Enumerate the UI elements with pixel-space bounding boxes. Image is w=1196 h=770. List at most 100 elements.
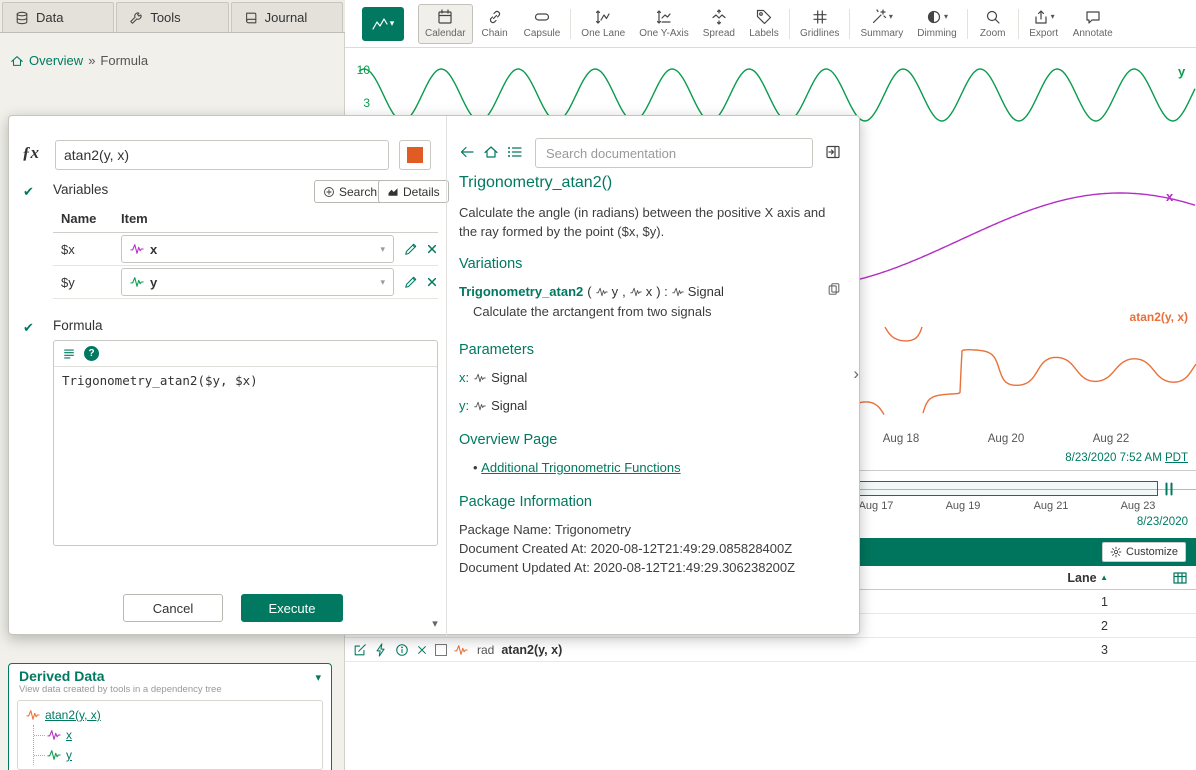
help-icon[interactable]: ? xyxy=(84,346,99,361)
one-lane-icon xyxy=(595,9,611,25)
timezone-link[interactable]: PDT xyxy=(1165,452,1188,464)
chevron-down-icon: ▾ xyxy=(889,12,893,21)
lane-value: 1 xyxy=(1101,595,1108,609)
tree-child-y-link[interactable]: y xyxy=(66,748,72,762)
gridlines-icon xyxy=(812,9,828,25)
search-items-button[interactable]: Search xyxy=(314,180,386,203)
toolbar-capsule-button[interactable]: Capsule xyxy=(517,4,568,44)
item-dropdown[interactable]: x ▾ xyxy=(121,235,394,263)
toggle-panel-icon[interactable] xyxy=(825,144,841,160)
trend-chart-icon xyxy=(372,16,388,32)
timebar-tick: Aug 19 xyxy=(933,500,993,512)
tab-data-label: Data xyxy=(36,10,63,25)
trend-view-button[interactable]: ▾ xyxy=(362,7,404,41)
doc-search-input[interactable] xyxy=(535,138,813,168)
lane-column-header[interactable]: Lane ▲ xyxy=(1067,571,1108,585)
check-icon: ✔ xyxy=(23,320,34,336)
annotate-icon xyxy=(1085,9,1101,25)
toolbar-gridlines-button[interactable]: Gridlines xyxy=(793,4,846,44)
tab-journal[interactable]: Journal xyxy=(231,2,343,32)
toolbar-calendar-button[interactable]: Calendar xyxy=(418,4,473,44)
package-created: Document Created At: 2020-08-12T21:49:29… xyxy=(459,541,792,556)
toolbar-labels-button[interactable]: Labels xyxy=(742,4,786,44)
add-search-icon xyxy=(323,186,335,198)
additional-trig-functions-link[interactable]: Additional Trigonometric Functions xyxy=(481,460,680,475)
chain-icon xyxy=(487,9,503,25)
toolbar-summary-button[interactable]: ▾ Summary xyxy=(853,4,910,44)
toolbar-one-y-axis-button[interactable]: One Y-Axis xyxy=(632,4,695,44)
back-icon[interactable] xyxy=(459,144,475,160)
signal-icon xyxy=(672,286,684,298)
remove-icon[interactable] xyxy=(416,644,428,656)
item-column-header: Item xyxy=(121,211,148,226)
item-dropdown[interactable]: y ▾ xyxy=(121,268,394,296)
name-column-header: Name xyxy=(53,211,121,226)
grip-icon xyxy=(1161,481,1177,497)
toolbar-annotate-button[interactable]: Annotate xyxy=(1066,4,1120,44)
doc-home-icon[interactable] xyxy=(483,144,499,160)
chevron-down-icon: ▾ xyxy=(380,277,385,288)
collapse-derived-chevron-icon[interactable]: ▾ xyxy=(315,671,321,684)
customize-button[interactable]: Customize xyxy=(1102,542,1186,562)
toolbar-dimming-button[interactable]: ▾ Dimming xyxy=(910,4,963,44)
edit-variable-icon[interactable] xyxy=(404,275,418,289)
tree-root-link[interactable]: atan2(y, x) xyxy=(45,708,101,722)
chevron-down-icon: ▾ xyxy=(380,244,385,255)
signal-name[interactable]: atan2(y, x) xyxy=(501,643,562,657)
remove-variable-icon[interactable] xyxy=(426,276,438,288)
signal-icon xyxy=(47,728,61,742)
tree-child-x-link[interactable]: x xyxy=(66,728,72,742)
toolbar-export-button[interactable]: ▾ Export xyxy=(1022,4,1066,44)
formula-editor: ? Trigonometry_atan2($y, $x) xyxy=(53,340,438,546)
tree-root-item: atan2(y, x) xyxy=(26,705,314,725)
customize-columns-icon[interactable] xyxy=(1172,570,1188,586)
remove-variable-icon[interactable] xyxy=(426,243,438,255)
formula-editor-toolbar: ? xyxy=(54,341,437,367)
doc-title: Trigonometry_atan2() xyxy=(459,174,612,192)
tab-tools[interactable]: Tools xyxy=(116,2,228,32)
toolbar-spread-button[interactable]: Spread xyxy=(696,4,742,44)
signal-icon xyxy=(26,708,40,722)
collapse-doc-chevron-icon[interactable]: › xyxy=(853,364,859,384)
execute-button[interactable]: Execute xyxy=(241,594,343,622)
tab-data[interactable]: Data xyxy=(2,2,114,32)
toolbar-chain-button[interactable]: Chain xyxy=(473,4,517,44)
collapse-panel-chevron-icon[interactable]: ▾ xyxy=(427,617,443,630)
details-button[interactable]: Details xyxy=(378,180,449,203)
chevron-down-icon: ▾ xyxy=(944,12,948,21)
variation-description: Calculate the arctangent from two signal… xyxy=(473,304,711,319)
x-axis-tick: Aug 20 xyxy=(976,433,1036,445)
top-toolbar: ▾ Calendar Chain Capsule One Lane One Y-… xyxy=(345,0,1196,48)
formula-name-input[interactable] xyxy=(55,140,389,170)
toolbar-zoom-button[interactable]: Zoom xyxy=(971,4,1015,44)
derived-data-title: Derived Data xyxy=(19,668,321,684)
signal-icon xyxy=(47,748,61,762)
signal-y-wave[interactable] xyxy=(359,69,1195,121)
row-checkbox[interactable] xyxy=(435,644,447,656)
one-y-axis-icon xyxy=(656,9,672,25)
chart-timestamp[interactable]: 8/23/2020 7:52 AM PDT xyxy=(1065,452,1188,464)
edit-icon[interactable] xyxy=(353,643,367,657)
color-swatch-button[interactable] xyxy=(399,140,431,170)
timebar-grip-handle[interactable] xyxy=(1160,480,1178,497)
edit-variable-icon[interactable] xyxy=(404,242,418,256)
info-icon[interactable] xyxy=(395,643,409,657)
breadcrumb-separator: » xyxy=(88,53,95,68)
cancel-button[interactable]: Cancel xyxy=(123,594,223,622)
timebar-date: 8/23/2020 xyxy=(1137,516,1188,528)
breadcrumb-overview-link[interactable]: Overview xyxy=(29,53,83,68)
toolbar-one-lane-button[interactable]: One Lane xyxy=(574,4,632,44)
copy-icon[interactable] xyxy=(827,282,841,296)
variable-row: $y y ▾ xyxy=(53,266,438,299)
home-icon[interactable] xyxy=(10,54,24,68)
bullet: • xyxy=(473,460,481,475)
variable-name: $y xyxy=(53,275,121,290)
bolt-icon[interactable] xyxy=(374,643,388,657)
formula-text[interactable]: Trigonometry_atan2($y, $x) xyxy=(54,367,437,394)
toolbar-separator xyxy=(967,9,968,39)
doc-index-list-icon[interactable] xyxy=(507,144,523,160)
gear-icon xyxy=(1110,546,1122,558)
signal-icon xyxy=(474,372,486,384)
formula-document-icon[interactable] xyxy=(62,347,76,361)
tab-tools-label: Tools xyxy=(150,10,180,25)
